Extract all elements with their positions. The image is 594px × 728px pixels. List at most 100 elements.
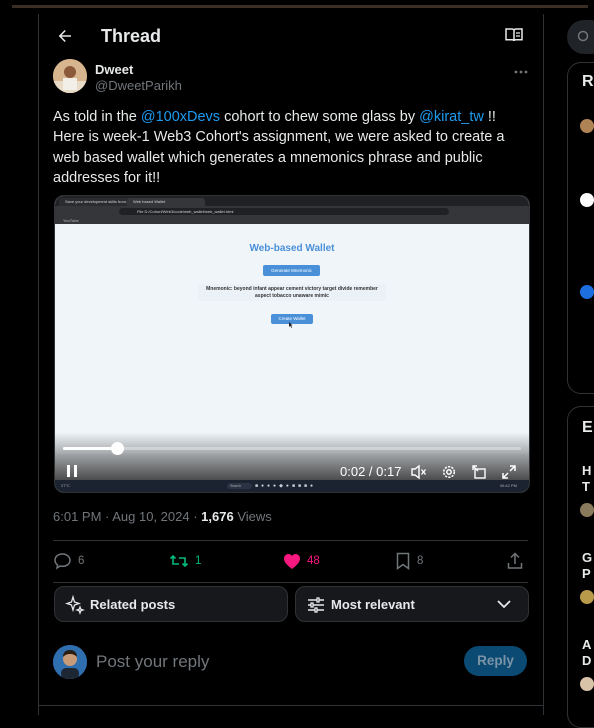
right-sidebar: R E H T G P A D <box>560 14 594 728</box>
video-browser-tab: Save your development skills from... <box>59 198 131 206</box>
account-avatar[interactable] <box>580 285 594 299</box>
tweet-text-segment: cohort to chew some glass by <box>220 109 420 125</box>
thread-column: Thread Dweet @DweetParikh As told in the… <box>38 14 544 715</box>
mention-kirat[interactable]: @kirat_tw <box>419 109 484 125</box>
video-browser-url: File D:/Cohort/Web3/code/web_wallet/web_… <box>119 208 449 215</box>
heart-icon <box>284 553 300 569</box>
sidebar-panel: R <box>567 62 594 394</box>
pause-button[interactable] <box>65 464 79 478</box>
like-count: 48 <box>307 555 320 567</box>
divider <box>53 540 528 541</box>
taskbar-icons: ■●●●◆●■■■● <box>255 483 317 489</box>
reply-input[interactable]: Post your reply <box>96 652 209 672</box>
bookmark-icon <box>396 552 410 570</box>
views-count: 1,676 <box>201 509 234 524</box>
video-bookmark-bar: YouTube <box>55 217 529 224</box>
fullscreen-button[interactable] <box>501 464 517 480</box>
mouse-cursor-icon <box>289 322 293 328</box>
taskbar-search: Search <box>227 483 252 489</box>
video-time: 0:02 / 0:17 <box>340 464 402 479</box>
video-player[interactable]: Save your development skills from... Web… <box>54 195 530 493</box>
author-handle[interactable]: @DweetParikh <box>95 78 182 93</box>
sort-dropdown[interactable]: Most relevant <box>295 586 529 622</box>
panel-title: R <box>582 73 594 90</box>
reader-mode-button[interactable] <box>505 27 525 45</box>
trend-item[interactable]: T <box>582 479 590 494</box>
trend-item[interactable]: G <box>582 550 592 565</box>
thread-header: Thread <box>39 14 543 58</box>
reply-button[interactable]: Reply <box>464 646 527 676</box>
reply-count: 6 <box>78 555 85 567</box>
person-photo <box>53 645 87 679</box>
picture-in-picture-icon <box>472 465 486 479</box>
trend-avatar <box>580 677 594 691</box>
mute-button[interactable] <box>411 464 427 480</box>
mention-100xdevs[interactable]: @100xDevs <box>141 109 220 125</box>
expand-icon <box>502 465 516 479</box>
person-photo <box>53 59 87 93</box>
wallet-page-title: Web-based Wallet <box>249 243 335 254</box>
bookmark-count: 8 <box>417 555 424 567</box>
page-title: Thread <box>101 26 162 46</box>
reply-action[interactable]: 6 <box>53 550 84 572</box>
sidebar-panel: E H T G P A D <box>567 406 594 728</box>
tweet-text: As told in the @100xDevs cohort to chew … <box>53 107 523 188</box>
panel-title: E <box>582 419 593 436</box>
more-options-button[interactable] <box>513 62 529 74</box>
taskbar-weather: 27°C <box>61 483 70 488</box>
window-top-bar <box>0 0 594 14</box>
video-time-current: 0:02 <box>340 464 366 479</box>
video-browser-tabbar: Save your development skills from... Web… <box>55 196 529 206</box>
sparkle-icon <box>65 595 85 615</box>
trend-item[interactable]: A <box>582 637 591 652</box>
video-progress-fill <box>63 447 118 450</box>
trend-avatar <box>580 590 594 604</box>
related-posts-label: Related posts <box>90 597 176 612</box>
trend-avatar <box>580 503 594 517</box>
tweet-datetime[interactable]: 6:01 PM · Aug 10, 2024 · <box>53 509 201 524</box>
more-horizontal-icon <box>514 70 528 74</box>
sort-label: Most relevant <box>331 597 415 612</box>
account-avatar[interactable] <box>580 119 594 133</box>
repost-icon <box>169 554 189 568</box>
account-avatar[interactable] <box>580 193 594 207</box>
generate-mnemonic-button: Generate Mnemonic <box>263 265 320 276</box>
mnemonic-text: Mnemonic: beyond infant appear cement vi… <box>198 284 386 301</box>
like-action[interactable]: 48 <box>283 550 320 572</box>
search-icon <box>577 30 589 42</box>
bookmark-action[interactable]: 8 <box>395 550 423 572</box>
bookmark-youtube: YouTube <box>63 218 79 223</box>
back-button[interactable] <box>53 24 77 48</box>
video-browser-tab-active: Web based Wallet <box>127 198 205 206</box>
gear-icon <box>442 465 456 479</box>
video-wallet-page: Web-based Wallet Generate Mnemonic Mnemo… <box>55 224 529 454</box>
trend-item[interactable]: P <box>582 566 591 581</box>
video-progress-bar[interactable] <box>63 442 521 455</box>
tweet-meta: 6:01 PM · Aug 10, 2024 · 1,676 Views <box>53 509 272 524</box>
pip-button[interactable] <box>471 464 487 480</box>
share-icon <box>507 552 523 569</box>
taskbar-clock: 06:42 PM <box>499 483 517 488</box>
trend-item[interactable]: H <box>582 463 591 478</box>
author-avatar[interactable] <box>53 59 87 93</box>
search-bar[interactable] <box>567 20 594 54</box>
trend-item[interactable]: D <box>582 653 591 668</box>
chevron-down-icon <box>497 600 511 609</box>
repost-action[interactable]: 1 <box>169 550 201 572</box>
pause-icon <box>67 465 77 477</box>
tweet-actions: 6 1 48 8 <box>53 550 528 574</box>
video-progress-handle[interactable] <box>110 442 124 455</box>
sliders-icon <box>308 597 324 613</box>
video-time-total: 0:17 <box>376 464 402 479</box>
author-name[interactable]: Dweet <box>95 62 133 77</box>
related-posts-button[interactable]: Related posts <box>54 586 288 622</box>
repost-count: 1 <box>195 555 202 567</box>
share-action[interactable] <box>507 550 529 572</box>
book-open-icon <box>505 28 523 42</box>
arrow-left-icon <box>58 30 71 42</box>
user-avatar[interactable] <box>53 645 87 679</box>
comment-icon <box>54 553 71 570</box>
divider <box>53 582 528 583</box>
settings-button[interactable] <box>441 464 457 480</box>
views-label: Views <box>233 509 272 524</box>
